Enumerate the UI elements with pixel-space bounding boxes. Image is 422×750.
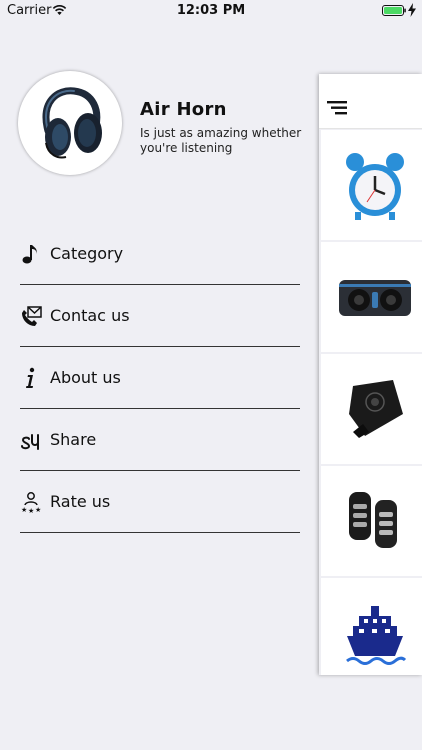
status-bar: Carrier 12:03 PM <box>0 0 422 22</box>
menu-item-label: Rate us <box>50 492 111 511</box>
menu-item-label: Category <box>50 244 124 263</box>
sound-card-ship[interactable] <box>321 578 422 675</box>
speaker-icon <box>339 280 411 316</box>
main-content-panel <box>319 74 422 675</box>
app-subtitle: Is just as amazing whether you're listen… <box>140 126 302 155</box>
info-icon <box>26 367 35 388</box>
menu-item-label: Contac us <box>50 306 130 325</box>
menu-item-about[interactable]: About us <box>20 348 300 409</box>
menu-item-share[interactable]: Share <box>20 410 300 471</box>
svg-text:★: ★ <box>35 506 41 513</box>
phone-mail-icon <box>22 306 42 326</box>
menu-item-contact[interactable]: Contac us <box>20 286 300 347</box>
menu-item-label: Share <box>50 430 97 449</box>
rate-icon: ★ ★ ★ <box>21 492 41 513</box>
pager-icon <box>349 380 403 438</box>
svg-text:★: ★ <box>28 507 34 513</box>
sound-card-speaker[interactable] <box>321 242 422 352</box>
avatar <box>18 71 122 175</box>
app-title: Air Horn <box>140 99 227 120</box>
headphones-icon <box>42 87 102 159</box>
alarm-clock-icon <box>346 153 404 220</box>
svg-text:★: ★ <box>21 506 27 513</box>
sound-card-car-remote[interactable] <box>321 466 422 576</box>
charging-bolt-icon <box>408 3 416 17</box>
menu-item-category[interactable]: Category <box>20 224 300 285</box>
share-icon <box>21 434 39 450</box>
nav-bar <box>319 74 422 129</box>
battery-icon <box>382 5 406 16</box>
hamburger-menu-icon[interactable] <box>327 101 347 115</box>
ship-icon <box>346 606 407 665</box>
car-remote-icon <box>349 492 397 548</box>
sound-card-alarm[interactable] <box>321 130 422 240</box>
clock-label: 12:03 PM <box>176 3 246 18</box>
menu-item-label: About us <box>50 368 121 387</box>
sound-card-pager[interactable] <box>321 354 422 464</box>
side-menu: Category Contac us About us Share ★ ★ ★ <box>20 224 300 534</box>
music-note-icon <box>22 245 37 264</box>
menu-item-rate[interactable]: ★ ★ ★ Rate us <box>20 472 300 533</box>
